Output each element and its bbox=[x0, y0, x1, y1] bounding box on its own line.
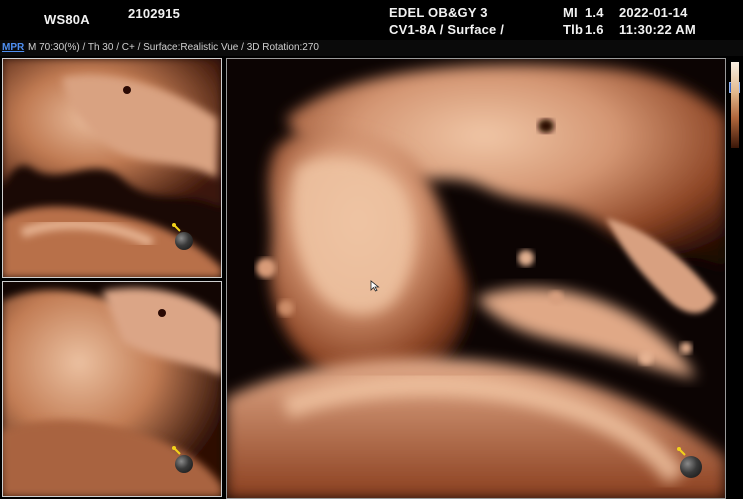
orientation-pin-icon bbox=[677, 447, 686, 456]
status-header: WS80A 2102915 EDEL OB&GY 3 CV1-8A / Surf… bbox=[0, 0, 743, 40]
exam-time: 11:30:22 AM bbox=[619, 22, 696, 37]
probe-preset: CV1-8A / Surface / bbox=[389, 22, 505, 37]
orientation-ball-icon[interactable] bbox=[680, 456, 702, 478]
orientation-pin-icon bbox=[172, 446, 181, 455]
color-scale-bar bbox=[731, 62, 739, 148]
orientation-ball-icon[interactable] bbox=[175, 232, 193, 250]
orientation-ball-icon[interactable] bbox=[175, 455, 193, 473]
exam-date: 2022-01-14 bbox=[619, 5, 688, 20]
system-model: WS80A bbox=[44, 12, 90, 27]
mi-value: 1.4 bbox=[585, 5, 604, 20]
orientation-pin-icon bbox=[172, 223, 181, 232]
patient-id: 2102915 bbox=[128, 6, 181, 21]
institution-name: EDEL OB&GY 3 bbox=[389, 5, 488, 20]
rendered-volume-main bbox=[226, 58, 726, 499]
parameter-bar: MPR M 70:30(%) / Th 30 / C+ / Surface:Re… bbox=[0, 40, 743, 93]
render-parameters: M 70:30(%) / Th 30 / C+ / Surface:Realis… bbox=[28, 42, 319, 53]
main-3d-view[interactable] bbox=[226, 58, 726, 499]
mi-label: MI bbox=[563, 5, 578, 20]
tib-value: 1.6 bbox=[585, 22, 604, 37]
mouse-pointer-icon bbox=[370, 280, 380, 292]
tib-label: Tlb bbox=[563, 22, 584, 37]
mpr-mode-tag[interactable]: MPR bbox=[2, 42, 24, 53]
